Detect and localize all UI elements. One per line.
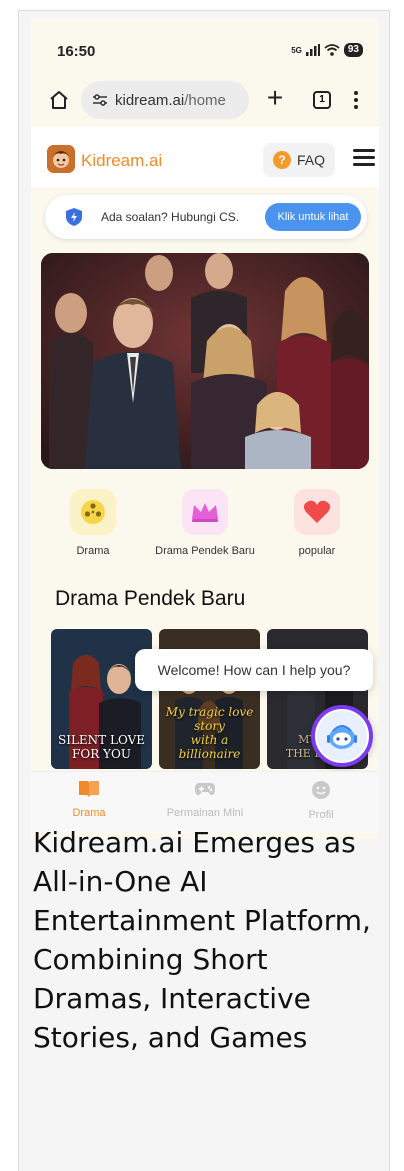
support-text: Ada soalan? Hubungi CS. — [101, 210, 240, 224]
nav-label: Profil — [308, 809, 334, 821]
drama-poster[interactable]: SILENT LOVE FOR YOU — [51, 629, 152, 769]
nav-profile[interactable]: Profil — [263, 780, 379, 821]
site-settings-icon[interactable] — [93, 94, 107, 106]
book-icon — [79, 781, 99, 797]
phone-screenshot: 16:50 5G 93 kidream.ai/home + 1 Kidream.… — [31, 19, 379, 839]
hero-banner[interactable] — [41, 253, 369, 469]
poster-caption-line: FOR YOU — [72, 747, 131, 761]
poster-caption: My tragic love story with a billionaire — [159, 705, 260, 761]
site-header: Kidream.ai ? FAQ — [31, 127, 379, 187]
url-path: /home — [184, 91, 226, 109]
nav-label: Permainan Mini — [166, 807, 244, 819]
logo-mascot-icon[interactable] — [47, 145, 75, 173]
network-label: 5G — [291, 45, 302, 55]
status-icons: 5G 93 — [291, 43, 363, 57]
home-icon[interactable] — [49, 90, 69, 110]
hamburger-menu-icon[interactable] — [353, 149, 375, 167]
hero-image — [41, 253, 369, 469]
poster-caption-line: My tragic love story — [165, 705, 254, 733]
nav-mini-games[interactable]: Permainan Mini — [147, 780, 263, 819]
poster-caption-line: SILENT LOVE — [57, 733, 146, 747]
chat-welcome-bubble[interactable]: Welcome! How can I help you? — [135, 649, 373, 691]
shield-icon — [66, 208, 82, 226]
faq-button[interactable]: ? FAQ — [263, 143, 335, 177]
status-time: 16:50 — [57, 43, 96, 60]
category-popular[interactable]: popular — [267, 489, 367, 557]
poster-caption-line: with a billionaire — [178, 733, 241, 761]
browser-toolbar: kidream.ai/home + 1 — [31, 75, 379, 127]
status-bar: 16:50 5G 93 — [31, 19, 379, 67]
nav-drama[interactable]: Drama — [31, 780, 147, 819]
support-banner: Ada soalan? Hubungi CS. Klik untuk lihat — [45, 195, 367, 239]
gamepad-icon — [195, 783, 215, 796]
chat-bot-button[interactable] — [311, 705, 373, 767]
url-domain: kidream.ai — [115, 91, 185, 109]
brand-name[interactable]: Kidream.ai — [81, 151, 162, 171]
robot-icon — [317, 711, 367, 761]
url-text: kidream.ai/home — [115, 92, 226, 109]
signal-icon — [305, 44, 320, 56]
address-bar[interactable]: kidream.ai/home — [81, 81, 249, 119]
question-icon: ? — [272, 151, 291, 169]
category-label: popular — [298, 545, 336, 557]
faq-label: FAQ — [296, 152, 325, 168]
contact-cs-button[interactable]: Klik untuk lihat — [265, 203, 361, 231]
article-headline: Kidream.ai Emerges as All-in-One AI Ente… — [33, 826, 371, 1054]
new-tab-icon[interactable]: + — [263, 84, 287, 112]
category-new-short-drama[interactable]: Drama Pendek Baru — [155, 489, 255, 557]
tab-switcher-icon[interactable]: 1 — [313, 91, 331, 109]
film-reel-icon — [70, 489, 116, 535]
browser-menu-icon[interactable] — [353, 89, 359, 111]
category-row: Drama Drama Pendek Baru popular — [31, 489, 379, 569]
heart-icon — [294, 489, 340, 535]
category-drama[interactable]: Drama — [43, 489, 143, 557]
smiley-icon — [312, 781, 330, 799]
category-label: Drama — [76, 545, 110, 557]
wifi-icon — [324, 44, 340, 56]
crown-icon — [182, 489, 228, 535]
battery-icon: 93 — [343, 43, 363, 57]
poster-caption: SILENT LOVE FOR YOU — [51, 733, 152, 761]
nav-label: Drama — [72, 807, 106, 819]
category-label: Drama Pendek Baru — [155, 545, 255, 557]
section-title: Drama Pendek Baru — [55, 587, 246, 610]
article-card: 16:50 5G 93 kidream.ai/home + 1 Kidream.… — [18, 10, 390, 1171]
bottom-navigation: Drama Permainan Mini Profil — [31, 771, 379, 831]
